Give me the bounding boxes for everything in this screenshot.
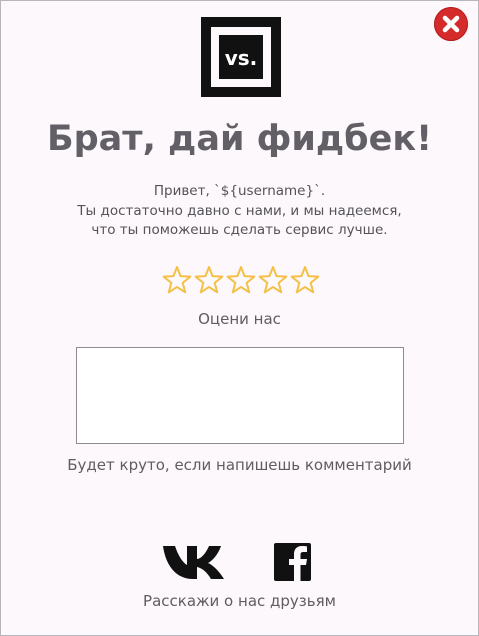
star-rating[interactable] bbox=[161, 264, 321, 296]
star-icon[interactable] bbox=[161, 264, 193, 296]
feedback-dialog: vs. Брат, дай фидбек! Привет, `${usernam… bbox=[0, 0, 479, 636]
star-icon[interactable] bbox=[225, 264, 257, 296]
rating-label: Оцени нас bbox=[198, 310, 281, 328]
facebook-share-button[interactable] bbox=[274, 543, 311, 581]
share-label: Расскажи о нас друзьям bbox=[143, 592, 336, 610]
star-icon[interactable] bbox=[193, 264, 225, 296]
vk-share-button[interactable] bbox=[161, 543, 225, 581]
close-button[interactable] bbox=[434, 7, 468, 41]
intro-line: что ты поможешь сделать сервис лучше. bbox=[91, 222, 388, 238]
vk-icon bbox=[163, 546, 224, 579]
page-title: Брат, дай фидбек! bbox=[46, 119, 433, 159]
intro-text: Привет, `${username}`. Ты достаточно дав… bbox=[1, 182, 478, 241]
comment-hint: Будет круто, если напишешь комментарий bbox=[67, 456, 412, 474]
facebook-icon bbox=[274, 543, 311, 581]
logo-text: vs. bbox=[225, 46, 258, 70]
intro-line: Ты достаточно давно с нами, и мы надеемс… bbox=[77, 202, 402, 219]
intro-line: Привет, `${username}`. bbox=[153, 183, 326, 199]
vs-logo: vs. bbox=[199, 15, 283, 99]
star-icon[interactable] bbox=[289, 264, 321, 296]
comment-field[interactable] bbox=[76, 347, 404, 444]
star-icon[interactable] bbox=[257, 264, 289, 296]
close-icon bbox=[442, 15, 460, 33]
